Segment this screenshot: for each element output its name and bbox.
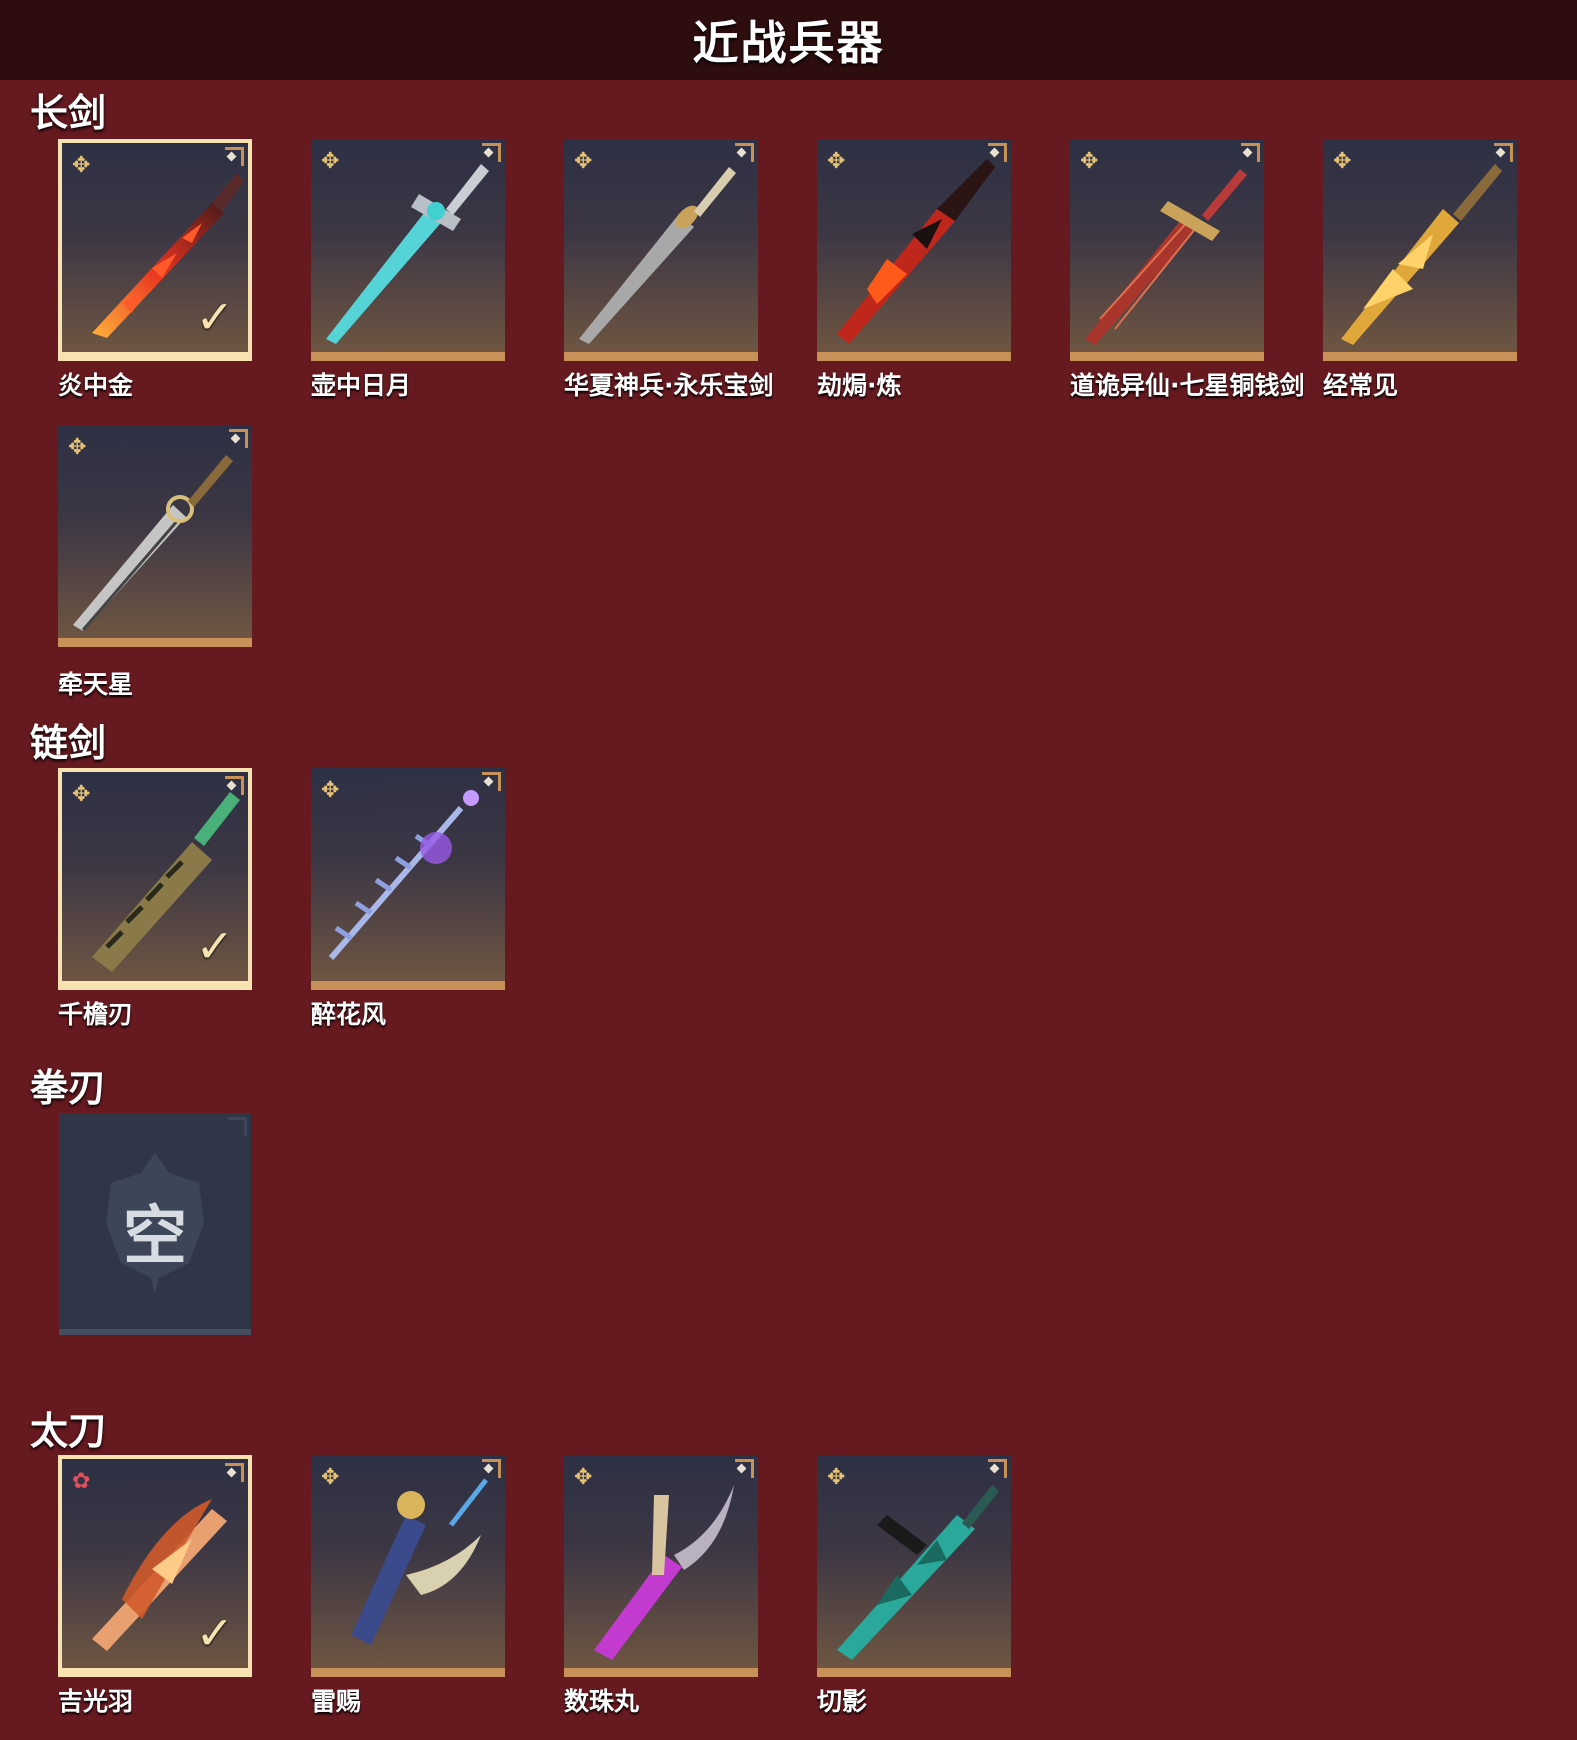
weapon-card-qieying[interactable]: ✥ xyxy=(817,1455,1011,1677)
corner-badge-icon xyxy=(225,147,244,166)
weapon-image xyxy=(1341,164,1502,345)
weapon-name: 壶中日月 xyxy=(311,371,412,400)
check-icon: ✓ xyxy=(195,919,234,973)
weapon-card-qiantianxing[interactable]: ✥ xyxy=(58,425,252,647)
check-icon: ✓ xyxy=(195,290,234,344)
corner-badge-icon xyxy=(225,776,244,795)
corner-badge-icon xyxy=(735,1459,754,1478)
corner-badge-icon xyxy=(482,1459,501,1478)
gold-shuriken-icon: ✥ xyxy=(1333,149,1352,174)
weapon-card-jingchangjian[interactable]: ✥ xyxy=(1323,139,1517,361)
corner-badge-icon xyxy=(988,1459,1007,1478)
weapon-image xyxy=(73,455,233,631)
gold-shuriken-icon: ✥ xyxy=(68,435,87,460)
weapon-card-jiejue-lian[interactable]: ✥ xyxy=(817,139,1011,361)
empty-weapon-slot[interactable]: 空 xyxy=(59,1113,251,1335)
weapon-card-zuihuafeng[interactable]: ✥ xyxy=(311,768,505,990)
red-flower-icon: ✿ xyxy=(72,1469,91,1494)
weapon-image xyxy=(351,1478,488,1645)
weapon-image xyxy=(837,159,995,344)
weapon-card-huzhongriyue[interactable]: ✥ xyxy=(311,139,505,361)
weapon-name: 劫焗·炼 xyxy=(817,371,902,400)
weapon-image xyxy=(837,1485,999,1660)
weapon-name: 华夏神兵·永乐宝剑 xyxy=(564,371,774,400)
gold-shuriken-icon: ✥ xyxy=(321,778,340,803)
weapon-name: 雷赐 xyxy=(311,1687,362,1716)
weapon-card-jiguangyu[interactable]: ✿ ✓ xyxy=(58,1455,252,1677)
weapon-image xyxy=(326,164,489,344)
corner-badge-icon xyxy=(482,143,501,162)
gold-shuriken-icon: ✥ xyxy=(1080,149,1099,174)
weapon-name: 千檐刃 xyxy=(58,1000,134,1029)
weapon-name: 道诡异仙·七星铜钱剑 xyxy=(1070,371,1305,400)
section-title-fistblade: 拳刃 xyxy=(30,1066,107,1110)
weapon-image xyxy=(579,167,736,344)
weapon-image xyxy=(594,1485,734,1660)
section-title-longsword: 长剑 xyxy=(30,91,107,135)
weapon-card-yanzhongjin[interactable]: ✥ ✓ xyxy=(58,139,252,361)
weapon-name: 牵天星 xyxy=(58,670,134,699)
weapon-image xyxy=(328,790,479,960)
section-title-chainsword: 链剑 xyxy=(30,721,107,765)
corner-badge-icon xyxy=(228,1117,247,1136)
gold-shuriken-icon: ✥ xyxy=(321,149,340,174)
gold-shuriken-icon: ✥ xyxy=(574,149,593,174)
weapon-card-qixing-coin-sword[interactable]: ✥ xyxy=(1070,139,1264,361)
section-title-katana: 太刀 xyxy=(30,1409,107,1453)
gold-shuriken-icon: ✥ xyxy=(827,149,846,174)
gold-shuriken-icon: ✥ xyxy=(827,1465,846,1490)
empty-slot-label: 空 xyxy=(123,1200,187,1274)
weapon-image xyxy=(1085,169,1247,345)
weapon-card-leici[interactable]: ✥ xyxy=(311,1455,505,1677)
weapon-card-yongle-sword[interactable]: ✥ xyxy=(564,139,758,361)
weapon-name: 经常见 xyxy=(1323,371,1399,400)
weapon-name: 切影 xyxy=(817,1687,868,1716)
corner-badge-icon xyxy=(735,143,754,162)
weapon-name: 数珠丸 xyxy=(564,1687,640,1716)
corner-badge-icon xyxy=(1494,143,1513,162)
corner-badge-icon xyxy=(225,1463,244,1482)
page-title: 近战兵器 xyxy=(692,16,885,70)
weapon-name: 炎中金 xyxy=(58,371,134,400)
corner-badge-icon xyxy=(482,772,501,791)
gold-shuriken-icon: ✥ xyxy=(321,1465,340,1490)
weapon-card-qianyanren[interactable]: ✥ ✓ xyxy=(58,768,252,990)
weapon-card-shuzhuwan[interactable]: ✥ xyxy=(564,1455,758,1677)
weapon-name: 醉花风 xyxy=(311,1000,387,1029)
top-bar: 近战兵器 xyxy=(0,0,1577,80)
check-icon: ✓ xyxy=(195,1606,234,1660)
corner-badge-icon xyxy=(988,143,1007,162)
weapon-name: 吉光羽 xyxy=(58,1687,134,1716)
corner-badge-icon xyxy=(1241,143,1260,162)
gold-shuriken-icon: ✥ xyxy=(72,782,91,807)
gold-shuriken-icon: ✥ xyxy=(574,1465,593,1490)
gold-shuriken-icon: ✥ xyxy=(72,153,91,178)
corner-badge-icon xyxy=(229,429,248,448)
